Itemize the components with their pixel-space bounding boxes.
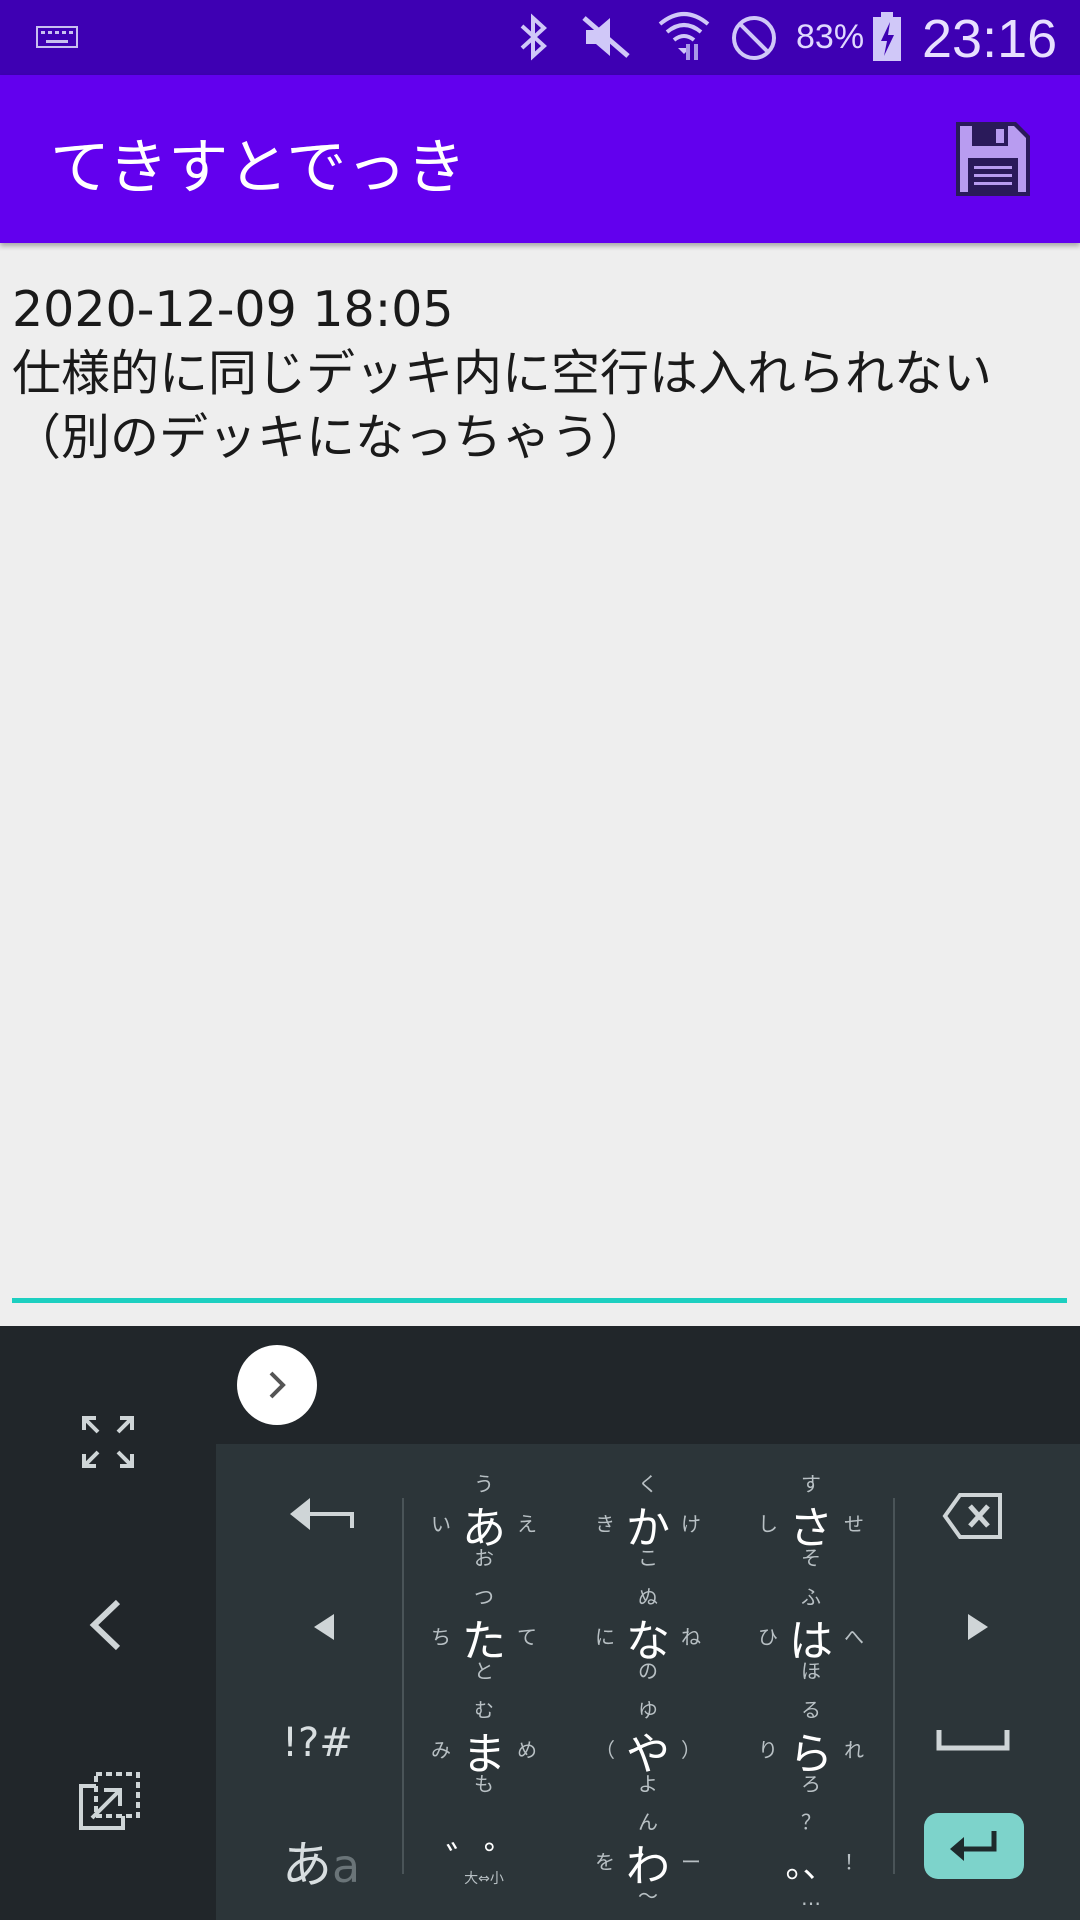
fullscreen-icon[interactable] [82,1416,134,1468]
cursor-left-key[interactable] [310,1612,340,1642]
clock: 23:16 [922,9,1058,69]
mute-icon [582,16,630,58]
do-not-disturb-icon [732,16,776,60]
kana-key-ka[interactable]: く き か け こ [573,1468,723,1578]
battery-charging-icon [873,12,901,61]
backspace-key[interactable] [942,1492,1004,1540]
space-key[interactable] [936,1728,1010,1752]
kana-key-ha[interactable]: ふ ひ は へ ほ [736,1581,886,1691]
candidate-bar [216,1326,1080,1444]
kana-key-ta[interactable]: つ ち た て と [409,1581,559,1691]
kana-key-wa[interactable]: ん を わ ー 〜 [573,1806,723,1916]
kana-key-a[interactable]: う い あ え お [409,1468,559,1578]
floppy-disk-icon[interactable] [952,118,1034,200]
chevron-right-icon [269,1371,286,1399]
kana-key-ra[interactable]: る り ら れ ろ [736,1694,886,1804]
back-chevron-icon[interactable] [86,1598,126,1652]
kana-key-sa[interactable]: す し さ せ そ [736,1468,886,1578]
keys-divider-right [893,1498,895,1874]
keys-divider-left [402,1498,404,1874]
kana-key-ma[interactable]: む み ま め も [409,1694,559,1804]
battery-percent: 83% [796,18,865,56]
cursor-right-key[interactable] [962,1612,992,1642]
app-bar: てきすとでっき [0,75,1080,243]
floating-keyboard-icon[interactable] [78,1772,140,1832]
symbols-key[interactable]: !?# [282,1720,353,1766]
app-title: てきすとでっき [50,133,467,203]
enter-arrow-icon [950,1831,997,1861]
enter-key[interactable] [924,1813,1024,1879]
dakuten-key[interactable]: ゛゜ 大⇔小 [409,1806,559,1916]
kana-key-na[interactable]: ぬ に な ね の [573,1581,723,1691]
mode-label-sub: a [332,1839,361,1893]
kana-key-ya[interactable]: ゆ （ や ） よ [573,1694,723,1804]
bluetooth-icon [520,13,547,61]
wifi-icon [658,12,710,60]
editor-underline [12,1298,1067,1303]
expand-candidates-button[interactable] [237,1345,317,1425]
mode-label-main: あ [282,1836,332,1894]
input-mode-key[interactable]: あa [282,1825,360,1897]
punctuation-key[interactable]: ？ 。、 ！ … [736,1806,886,1916]
text-editor[interactable]: 2020-12-09 18:05 仕様的に同じデッキ内に空行は入れられない （別… [12,278,1062,470]
undo-key[interactable] [288,1492,358,1536]
keyboard-icon [36,26,78,48]
status-bar: 83% 23:16 [0,0,1080,75]
